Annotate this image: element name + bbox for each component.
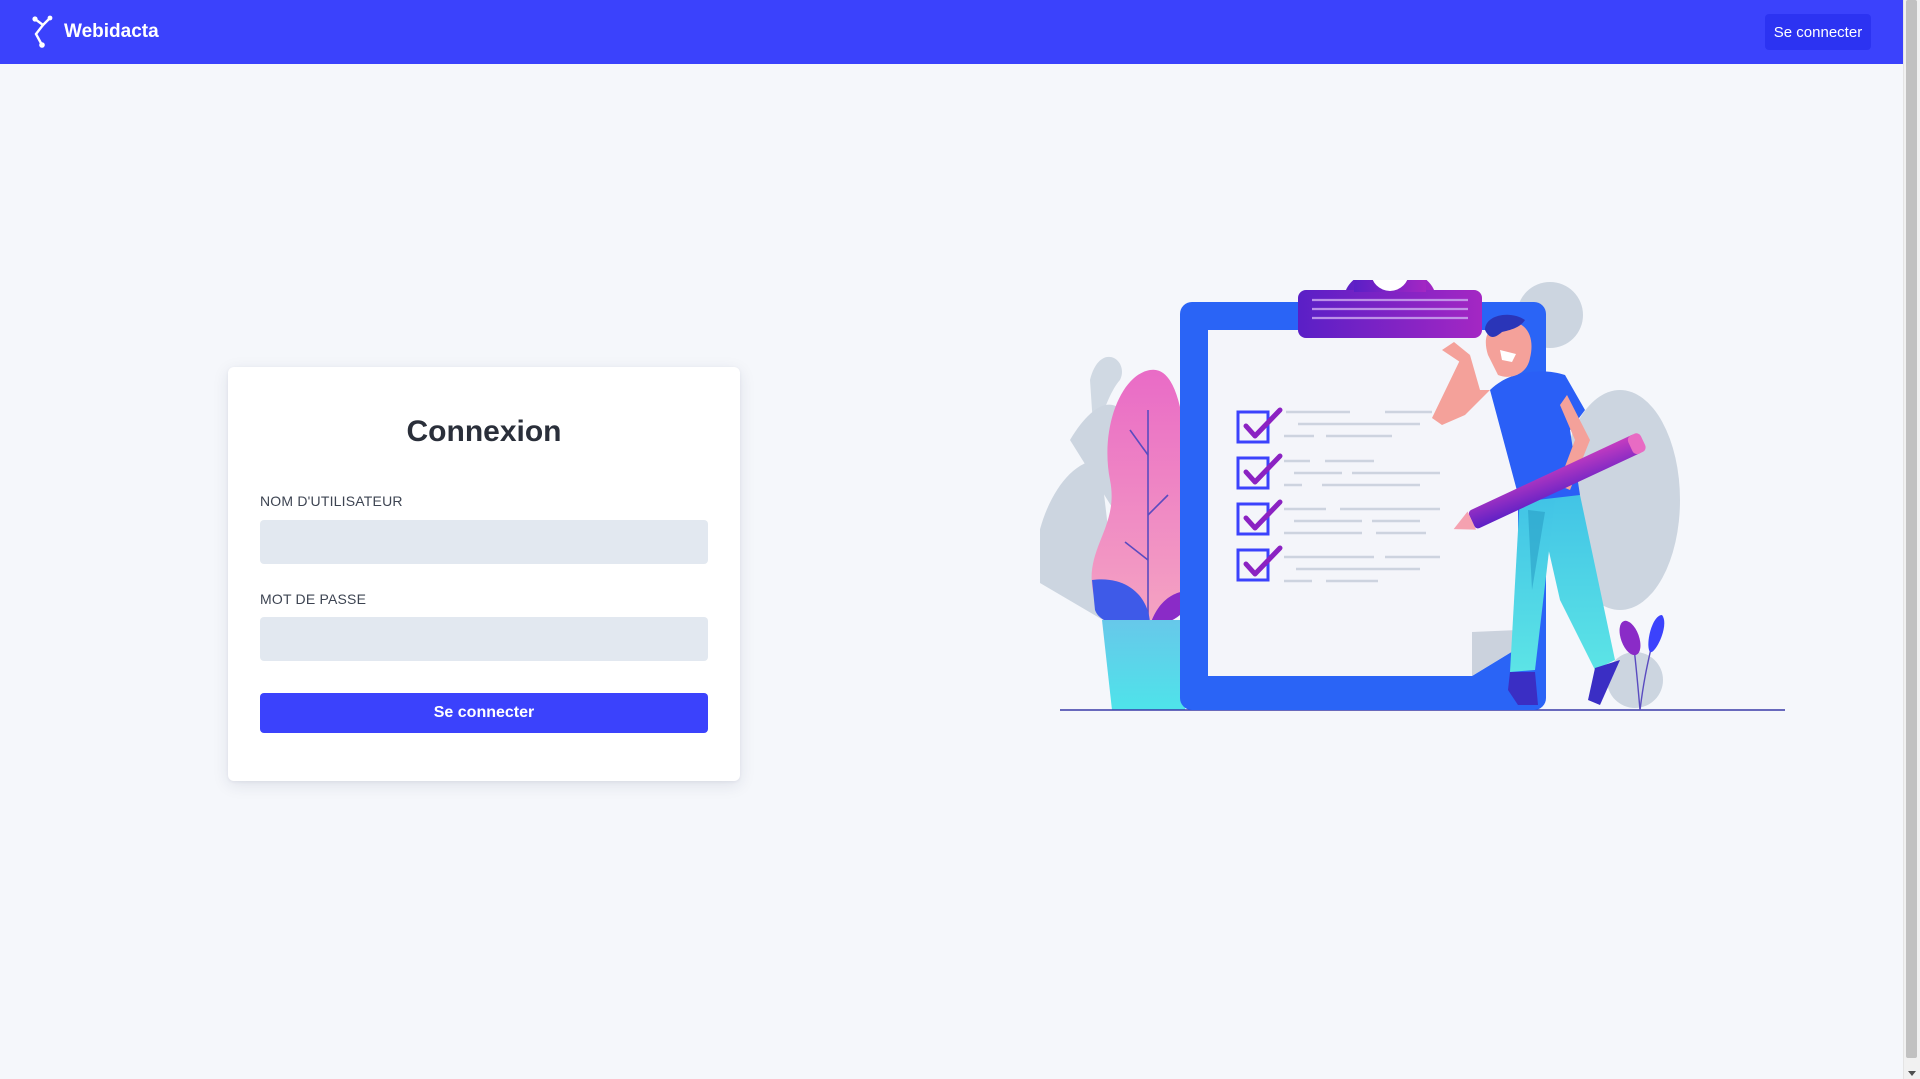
password-input[interactable] bbox=[260, 617, 708, 661]
brand-name: Webidacta bbox=[64, 21, 159, 42]
login-title: Connexion bbox=[406, 415, 562, 448]
scrollbar-thumb[interactable] bbox=[1906, 0, 1917, 1058]
login-submit-button[interactable]: Se connecter bbox=[260, 693, 708, 733]
navbar: Webidacta Se connecter bbox=[0, 0, 1903, 64]
network-node-icon bbox=[32, 15, 53, 48]
username-label: NOM D'UTILISATEUR bbox=[260, 493, 403, 509]
clipboard-checklist-illustration bbox=[1040, 280, 1785, 711]
scroll-down-arrow-icon[interactable] bbox=[1908, 1071, 1916, 1076]
password-label: MOT DE PASSE bbox=[260, 591, 367, 607]
page-scrollbar[interactable] bbox=[1903, 0, 1920, 1079]
username-input[interactable] bbox=[260, 520, 708, 564]
navbar-login-button[interactable]: Se connecter bbox=[1765, 14, 1871, 50]
brand-link[interactable]: Webidacta bbox=[30, 14, 159, 50]
login-card: Connexion NOM D'UTILISATEUR MOT DE PASSE… bbox=[228, 367, 740, 781]
